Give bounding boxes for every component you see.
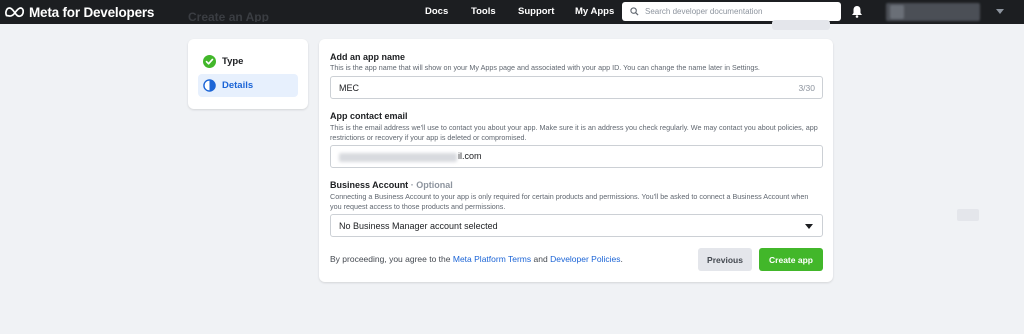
app-name-input[interactable]: MEC 3/30 [330, 76, 823, 99]
chevron-down-icon[interactable] [996, 9, 1004, 14]
nav-my-apps[interactable]: My Apps [575, 6, 614, 17]
business-account-label: Business Account · Optional [330, 180, 453, 190]
nav-docs[interactable]: Docs [425, 6, 448, 17]
app-name-value: MEC [339, 82, 359, 93]
business-account-selected: No Business Manager account selected [339, 220, 498, 231]
step-details-label: Details [222, 80, 254, 91]
search-box[interactable] [622, 2, 841, 21]
nav-support[interactable]: Support [518, 6, 554, 17]
notification-bell-icon[interactable] [851, 5, 863, 18]
check-circle-icon [203, 55, 216, 68]
optional-tag: · Optional [410, 180, 453, 190]
background-button [772, 20, 830, 30]
developer-policies-link[interactable]: Developer Policies [550, 254, 620, 264]
platform-terms-link[interactable]: Meta Platform Terms [453, 254, 531, 264]
search-icon [630, 7, 639, 16]
step-details[interactable]: Details [198, 74, 298, 97]
account-switcher[interactable] [886, 3, 980, 21]
step-type-label: Type [222, 56, 244, 67]
top-nav: Meta for Developers Create an App Docs T… [0, 0, 1024, 24]
app-details-form: Add an app name This is the app name tha… [319, 39, 833, 282]
contact-email-label: App contact email [330, 111, 408, 121]
create-app-button[interactable]: Create app [759, 248, 823, 271]
redacted-email-part [339, 152, 457, 162]
app-name-label: Add an app name [330, 52, 406, 62]
contact-email-input[interactable]: il.com [330, 145, 823, 168]
contact-email-help: This is the email address we'll use to c… [330, 123, 818, 142]
page-title-behind: Create an App [188, 10, 269, 22]
step-type[interactable]: Type [198, 50, 298, 73]
search-input[interactable] [645, 7, 830, 16]
business-account-select[interactable]: No Business Manager account selected [330, 214, 823, 237]
contact-email-value: il.com [339, 151, 482, 162]
meta-logo[interactable]: Meta for Developers [4, 3, 154, 21]
app-name-help: This is the app name that will show on y… [330, 63, 760, 72]
steps-panel: Type Details [188, 39, 308, 109]
meta-infinity-icon [5, 7, 25, 18]
nav-tools[interactable]: Tools [471, 6, 496, 17]
business-account-help: Connecting a Business Account to your ap… [330, 192, 809, 211]
dropdown-caret-icon [805, 224, 813, 229]
terms-text: By proceeding, you agree to the Meta Pla… [330, 254, 623, 264]
brand-name: Meta for Developers [29, 4, 155, 20]
half-circle-icon [203, 79, 216, 92]
previous-button[interactable]: Previous [698, 248, 752, 271]
floating-chip[interactable] [957, 209, 979, 221]
app-name-counter: 3/30 [798, 83, 815, 93]
